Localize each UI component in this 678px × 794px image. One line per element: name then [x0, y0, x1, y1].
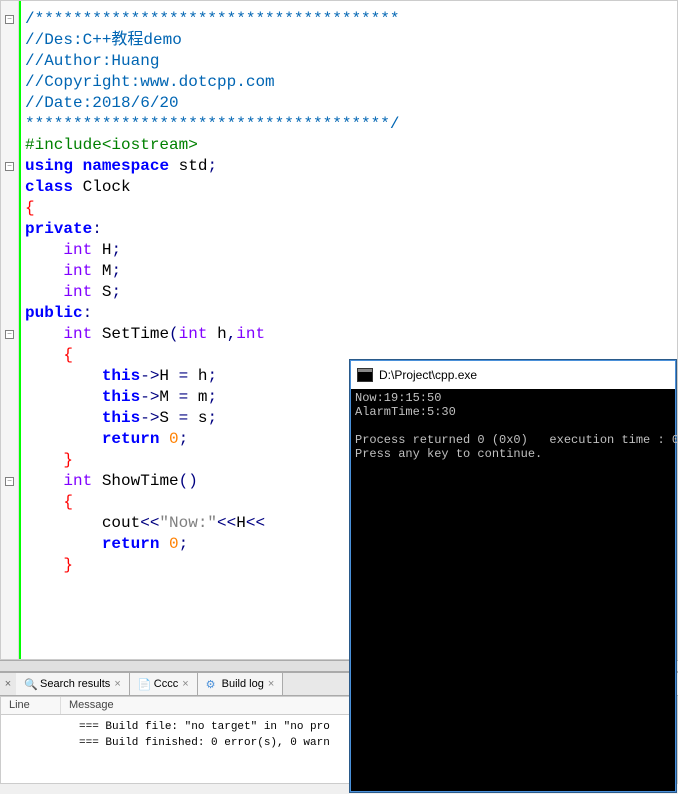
tab-label: Search results — [40, 678, 110, 690]
keyword: class — [25, 178, 73, 196]
console-line: Press any key to continue. — [355, 447, 542, 461]
fold-marker[interactable]: − — [5, 15, 14, 24]
search-icon: 🔍 — [24, 678, 36, 690]
ident: std — [179, 157, 208, 175]
tab-build-log[interactable]: ⚙ Build log × — [198, 673, 284, 695]
console-line: Now:19:15:50 — [355, 391, 441, 405]
comment: **************************************/ — [25, 115, 399, 133]
tab-label: Build log — [222, 678, 264, 690]
close-icon[interactable]: × — [114, 678, 120, 690]
this: this — [102, 367, 140, 385]
ident: Clock — [83, 178, 131, 196]
preproc: #include<iostream> — [25, 136, 198, 154]
keyword: public — [25, 304, 83, 322]
tab-search-results[interactable]: 🔍 Search results × — [16, 673, 130, 695]
keyword: using — [25, 157, 73, 175]
close-icon[interactable]: × — [0, 678, 16, 690]
console-line: Process returned 0 (0x0) execution time … — [355, 433, 678, 447]
fold-marker[interactable]: − — [5, 162, 14, 171]
console-titlebar[interactable]: D:\Project\cpp.exe — [351, 361, 675, 389]
fold-marker[interactable]: − — [5, 477, 14, 486]
console-window[interactable]: D:\Project\cpp.exe Now:19:15:50 AlarmTim… — [350, 360, 676, 792]
gear-icon: ⚙ — [206, 678, 218, 690]
fold-marker[interactable]: − — [5, 330, 14, 339]
fold-gutter: − − − − — [1, 1, 19, 659]
comment: /************************************** — [25, 10, 399, 28]
console-line: AlarmTime:5:30 — [355, 405, 456, 419]
type: int — [63, 241, 92, 259]
keyword: private — [25, 220, 92, 238]
comment: //Copyright:www.dotcpp.com — [25, 73, 275, 91]
console-icon — [357, 368, 373, 382]
type: int — [63, 325, 92, 343]
comment: //Date:2018/6/20 — [25, 94, 179, 112]
close-icon[interactable]: × — [182, 678, 188, 690]
brace: { — [25, 199, 35, 217]
tab-cccc[interactable]: 📄 Cccc × — [130, 673, 198, 695]
type: int — [63, 283, 92, 301]
comment: //Des:C++教程demo — [25, 31, 182, 49]
close-icon[interactable]: × — [268, 678, 274, 690]
keyword: namespace — [83, 157, 169, 175]
col-line[interactable]: Line — [1, 697, 61, 714]
console-title: D:\Project\cpp.exe — [379, 368, 477, 382]
console-output: Now:19:15:50 AlarmTime:5:30 Process retu… — [351, 389, 675, 463]
type: int — [63, 262, 92, 280]
comment: //Author:Huang — [25, 52, 159, 70]
file-icon: 📄 — [138, 678, 150, 690]
tab-label: Cccc — [154, 678, 178, 690]
